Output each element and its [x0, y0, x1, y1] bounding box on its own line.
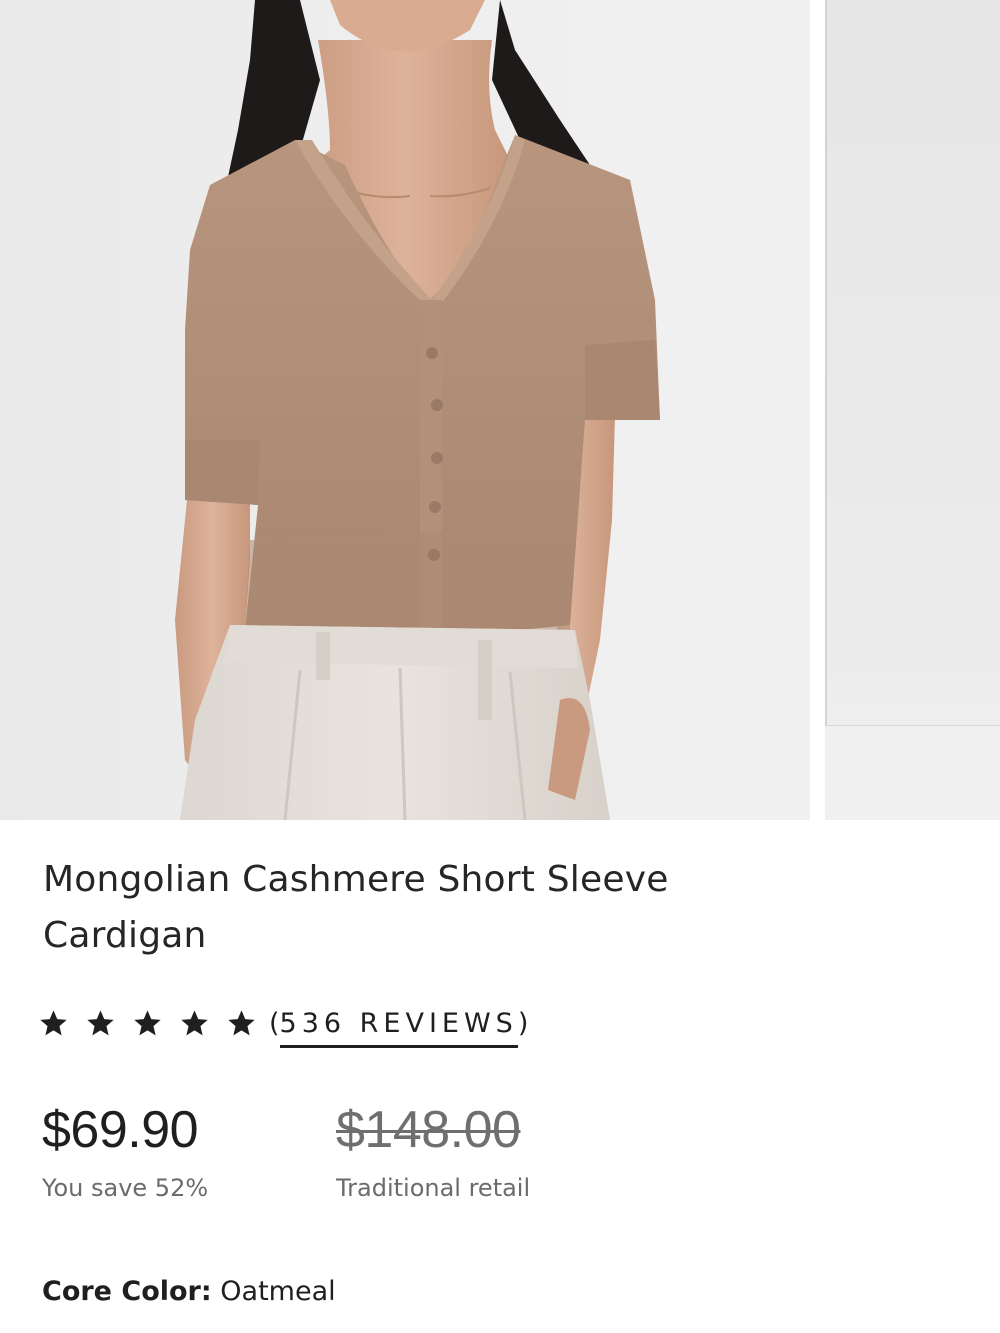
sale-price: $69.90 [42, 1101, 199, 1159]
savings-caption: You save 52% [42, 1174, 209, 1202]
product-image-main[interactable] [0, 0, 810, 820]
product-image-next[interactable] [825, 0, 1000, 820]
reviews-link[interactable]: ( 536 REVIEWS ) [269, 999, 528, 1048]
star-icon [132, 1008, 163, 1039]
backdrop-floor [825, 725, 1000, 820]
product-image-carousel[interactable] [0, 0, 1000, 820]
star-icon [38, 1008, 69, 1039]
color-value: Oatmeal [220, 1276, 336, 1307]
image-divider [825, 0, 827, 820]
sale-price-block: $69.90 You save 52% [42, 1100, 208, 1202]
star-icon [85, 1008, 116, 1039]
star-icon [226, 1008, 257, 1039]
star-icon [179, 1008, 210, 1039]
retail-price: $148.00 [336, 1101, 521, 1159]
retail-caption: Traditional retail [336, 1174, 531, 1202]
reviews-open-paren: ( [269, 1007, 280, 1039]
product-page: Mongolian Cashmere Short Sleeve Cardigan… [0, 0, 1000, 1333]
product-title: Mongolian Cashmere Short Sleeve Cardigan [43, 859, 669, 956]
color-selector-label: Core Color: Oatmeal [42, 1276, 336, 1307]
color-label: Core Color: [42, 1276, 212, 1307]
rating-stars [38, 1008, 269, 1039]
product-rating: ( 536 REVIEWS ) [38, 998, 528, 1048]
model-photo [0, 0, 810, 820]
retail-price-block: $148.00 Traditional retail [336, 1100, 530, 1202]
reviews-count: 536 REVIEWS [279, 1008, 518, 1048]
reviews-close-paren: ) [517, 1007, 529, 1039]
